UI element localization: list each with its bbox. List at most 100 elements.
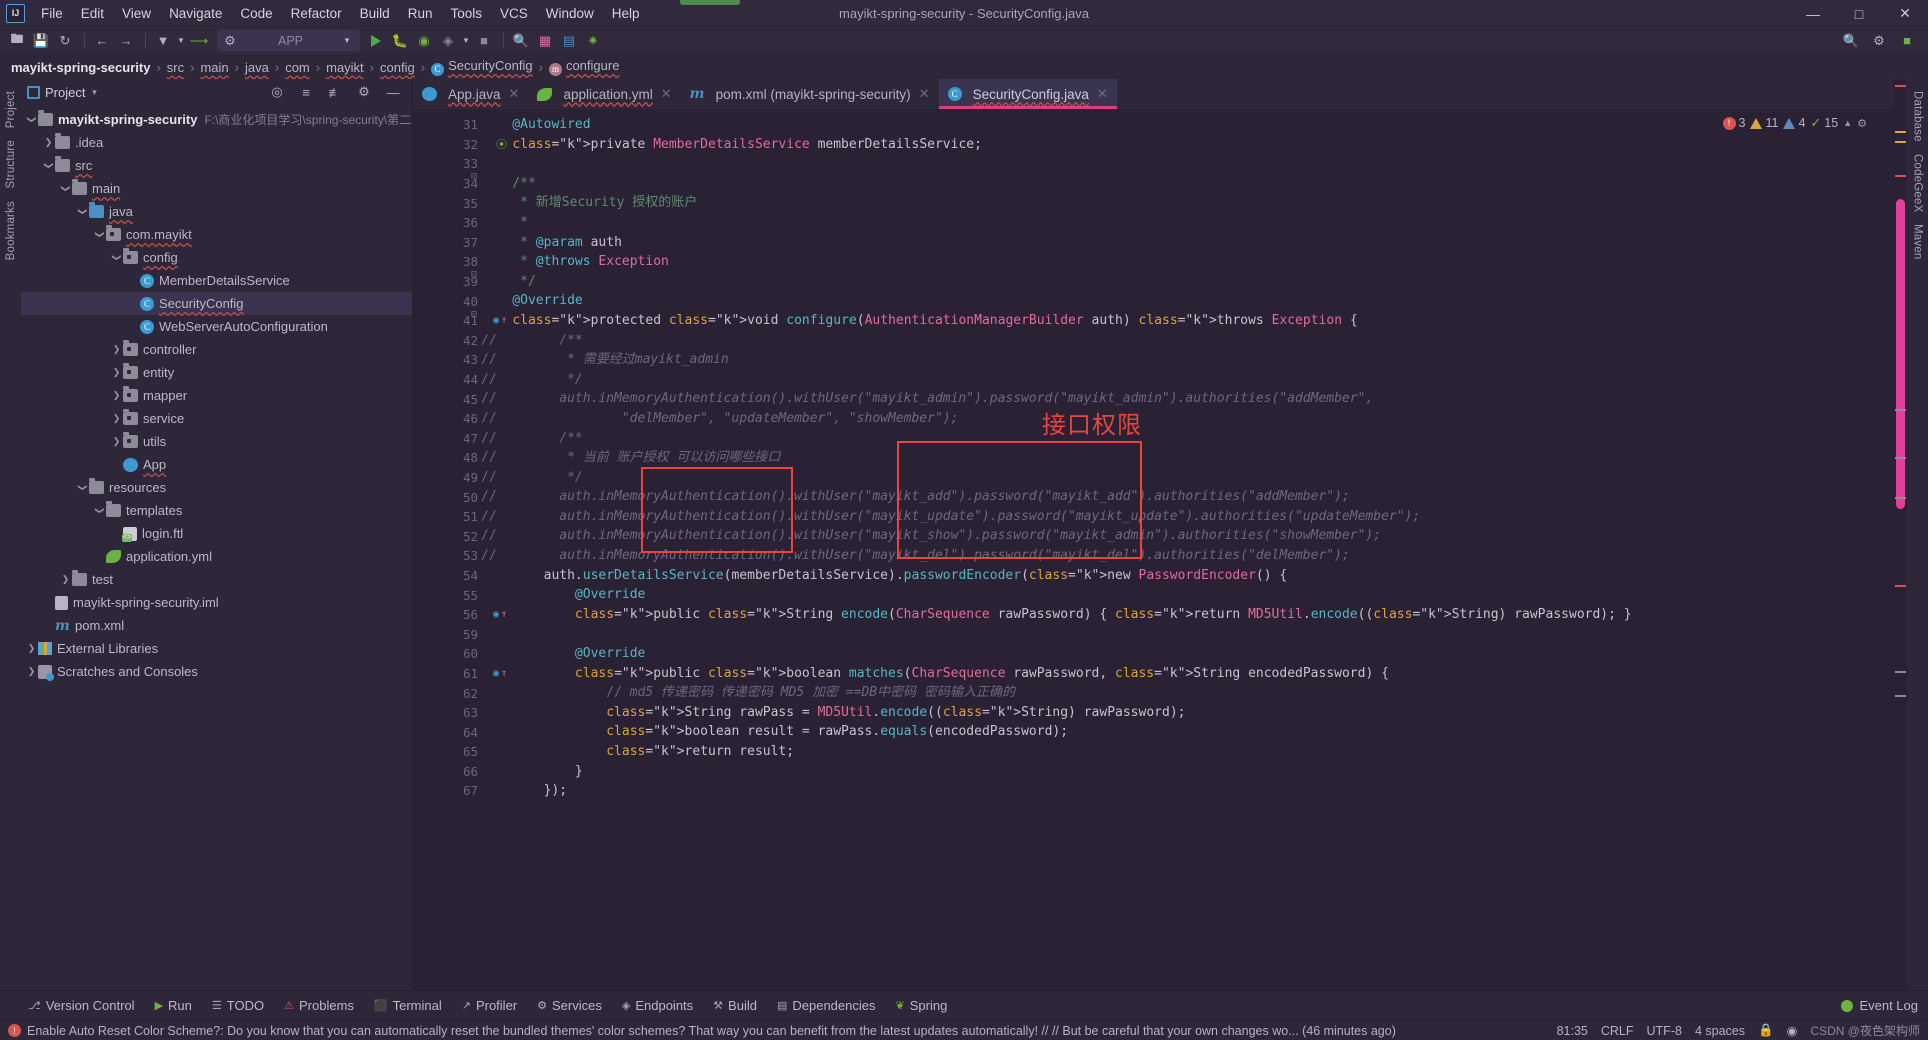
code-fold-icon[interactable]: ⊟ bbox=[471, 171, 477, 182]
tree-node[interactable]: ❯ main bbox=[21, 177, 412, 200]
chevron-up-icon[interactable]: ▲ bbox=[1843, 118, 1852, 128]
chevron-right-icon[interactable]: ❯ bbox=[110, 436, 123, 447]
gutter-line[interactable]: 37 bbox=[413, 233, 481, 253]
code-line[interactable]: @Override bbox=[481, 644, 1893, 664]
caret-position[interactable]: 81:35 bbox=[1557, 1024, 1588, 1038]
breadcrumb-item-configure[interactable]: m configure bbox=[546, 58, 622, 76]
code-line[interactable] bbox=[481, 624, 1893, 644]
close-icon[interactable]: ✕ bbox=[509, 86, 520, 102]
tool-window-bar[interactable]: ⎇ Version Control ▶ Run ☰ TODO ⚠ Problems ⬛ Termi… bbox=[0, 990, 1928, 1020]
menu-item-build[interactable]: Build bbox=[351, 2, 399, 25]
menu-item-run[interactable]: Run bbox=[399, 2, 442, 25]
tool-window-database[interactable]: Database bbox=[1912, 85, 1924, 148]
gutter-line[interactable]: 66 bbox=[413, 762, 481, 782]
code-line[interactable]: // */ bbox=[481, 370, 1893, 390]
chevron-down-icon[interactable]: ❯ bbox=[26, 113, 37, 126]
gutter-line[interactable]: 54 bbox=[413, 566, 481, 586]
gutter-line[interactable]: 31 bbox=[413, 115, 481, 135]
tool-window-button-spring[interactable]: ❦ Spring bbox=[886, 994, 958, 1017]
gutter-line[interactable]: 51 bbox=[413, 507, 481, 527]
code-line[interactable]: class="k">return result; bbox=[481, 742, 1893, 762]
profile-icon[interactable]: ◈ bbox=[437, 30, 459, 52]
tool-window-structure[interactable]: Structure bbox=[5, 134, 17, 194]
code-line[interactable]: * bbox=[481, 213, 1893, 233]
tree-node[interactable]: App bbox=[21, 453, 412, 476]
tree-node[interactable]: ❯ src bbox=[21, 154, 412, 177]
chevron-right-icon[interactable]: ❯ bbox=[42, 137, 55, 148]
breadcrumb-item-securityconfig[interactable]: C SecurityConfig bbox=[428, 58, 536, 76]
expand-all-icon[interactable]: ≡ bbox=[295, 81, 317, 103]
tree-node[interactable]: ❯ config bbox=[21, 246, 412, 269]
code-line[interactable]: // auth.inMemoryAuthentication().withUse… bbox=[481, 526, 1893, 546]
code-line[interactable]: // auth.inMemoryAuthentication().withUse… bbox=[481, 507, 1893, 527]
code-line[interactable]: // /** bbox=[481, 331, 1893, 351]
code-line[interactable]: // auth.inMemoryAuthentication().withUse… bbox=[481, 546, 1893, 566]
editor-marker-bar[interactable] bbox=[1893, 79, 1907, 990]
gutter-line[interactable]: 44 bbox=[413, 370, 481, 390]
gutter-line[interactable]: 52 bbox=[413, 526, 481, 546]
save-icon[interactable]: 💾 bbox=[30, 30, 52, 52]
open-folder-icon[interactable]: 🖿 bbox=[6, 30, 28, 52]
inspection-level-icon[interactable]: ◉ bbox=[1787, 1023, 1798, 1038]
tree-node[interactable]: ❯ .idea bbox=[21, 131, 412, 154]
code-line[interactable]: */ bbox=[481, 272, 1893, 292]
chevron-right-icon[interactable]: ❯ bbox=[110, 413, 123, 424]
typo-badge[interactable]: ✓ 15 bbox=[1810, 115, 1838, 131]
menu-item-code[interactable]: Code bbox=[231, 2, 281, 25]
inspections-settings-icon[interactable]: ⚙ bbox=[1857, 117, 1867, 130]
tree-node[interactable]: ❯ External Libraries bbox=[21, 637, 412, 660]
menu-item-tools[interactable]: Tools bbox=[441, 2, 491, 25]
code-line[interactable]: @Override bbox=[481, 585, 1893, 605]
event-log-group[interactable]: Event Log bbox=[1841, 998, 1918, 1013]
back-arrow-icon[interactable]: ← bbox=[91, 30, 113, 52]
chevron-right-icon[interactable]: ❯ bbox=[25, 643, 38, 654]
gutter-line[interactable]: 53 bbox=[413, 546, 481, 566]
code-line[interactable]: auth.userDetailsService(memberDetailsSer… bbox=[481, 566, 1893, 586]
breadcrumb-item-src[interactable]: src bbox=[164, 60, 187, 75]
gutter-line[interactable]: 43 bbox=[413, 350, 481, 370]
code-line[interactable]: // */ bbox=[481, 468, 1893, 488]
weak-warning-badge[interactable]: 4 bbox=[1783, 116, 1805, 130]
tree-node-selected[interactable]: C SecurityConfig bbox=[21, 292, 412, 315]
code-fold-icon[interactable]: ⊟ bbox=[471, 269, 477, 280]
menu-item-file[interactable]: File bbox=[32, 2, 72, 25]
menu-item-refactor[interactable]: Refactor bbox=[282, 2, 351, 25]
tree-node[interactable]: m pom.xml bbox=[21, 614, 412, 637]
indent-setting[interactable]: 4 spaces bbox=[1695, 1024, 1745, 1038]
chevron-down-icon[interactable]: ❯ bbox=[43, 159, 54, 172]
database-icon[interactable]: ▤ bbox=[558, 30, 580, 52]
gutter-line[interactable]: 49 bbox=[413, 468, 481, 488]
plugin-icon[interactable]: ✷ bbox=[582, 30, 604, 52]
gutter-line[interactable]: 40 bbox=[413, 291, 481, 311]
tool-window-button-terminal[interactable]: ⬛ Terminal bbox=[364, 994, 452, 1017]
gutter-line[interactable]: 46 bbox=[413, 409, 481, 429]
editor-tab-pom[interactable]: m pom.xml (mayikt-spring-security) ✕ bbox=[681, 79, 939, 109]
editor-tab-bar[interactable]: App.java ✕ application.yml ✕ m pom.xml (mayik… bbox=[413, 79, 1893, 109]
gutter-line[interactable]: 55 bbox=[413, 585, 481, 605]
code-line[interactable]: // auth.inMemoryAuthentication().withUse… bbox=[481, 389, 1893, 409]
search-icon[interactable]: 🔍 bbox=[1840, 30, 1862, 52]
chevron-down-icon[interactable]: ▼ bbox=[461, 30, 471, 52]
right-tool-strip[interactable]: Database CodeGeeX Maven bbox=[1907, 79, 1928, 990]
menu-item-edit[interactable]: Edit bbox=[72, 2, 113, 25]
chevron-down-icon[interactable]: ▼ bbox=[341, 30, 353, 52]
tool-window-button-problems[interactable]: ⚠ Problems bbox=[274, 994, 364, 1017]
tree-node[interactable]: C MemberDetailsService bbox=[21, 269, 412, 292]
left-tool-strip[interactable]: Project Structure Bookmarks bbox=[0, 79, 21, 990]
line-separator[interactable]: CRLF bbox=[1601, 1024, 1634, 1038]
run-coverage-icon[interactable]: ◉ bbox=[413, 30, 435, 52]
breadcrumb-item-java[interactable]: java bbox=[242, 60, 272, 75]
error-badge[interactable]: ! 3 bbox=[1722, 116, 1745, 130]
code-line[interactable]: class="k">public class="k">String encode… bbox=[481, 605, 1893, 625]
editor-scrollbar[interactable] bbox=[1896, 199, 1905, 509]
chevron-down-icon[interactable]: ❯ bbox=[60, 182, 71, 195]
chevron-down-icon[interactable]: ▼ bbox=[90, 88, 98, 97]
vcs-commit-icon[interactable]: ⟶ bbox=[188, 30, 210, 52]
lock-icon[interactable]: 🔒 bbox=[1758, 1023, 1774, 1038]
gutter-line[interactable]: ◉ ↑ 61 bbox=[413, 664, 507, 684]
tree-node[interactable]: ❯ java bbox=[21, 200, 412, 223]
gutter-line[interactable]: 59 bbox=[413, 624, 481, 644]
breadcrumb-item-mayikt-spring-security[interactable]: mayikt-spring-security bbox=[8, 60, 153, 75]
project-panel-title-group[interactable]: Project ▼ bbox=[27, 85, 261, 100]
code-line[interactable]: @Autowired bbox=[481, 115, 1893, 135]
